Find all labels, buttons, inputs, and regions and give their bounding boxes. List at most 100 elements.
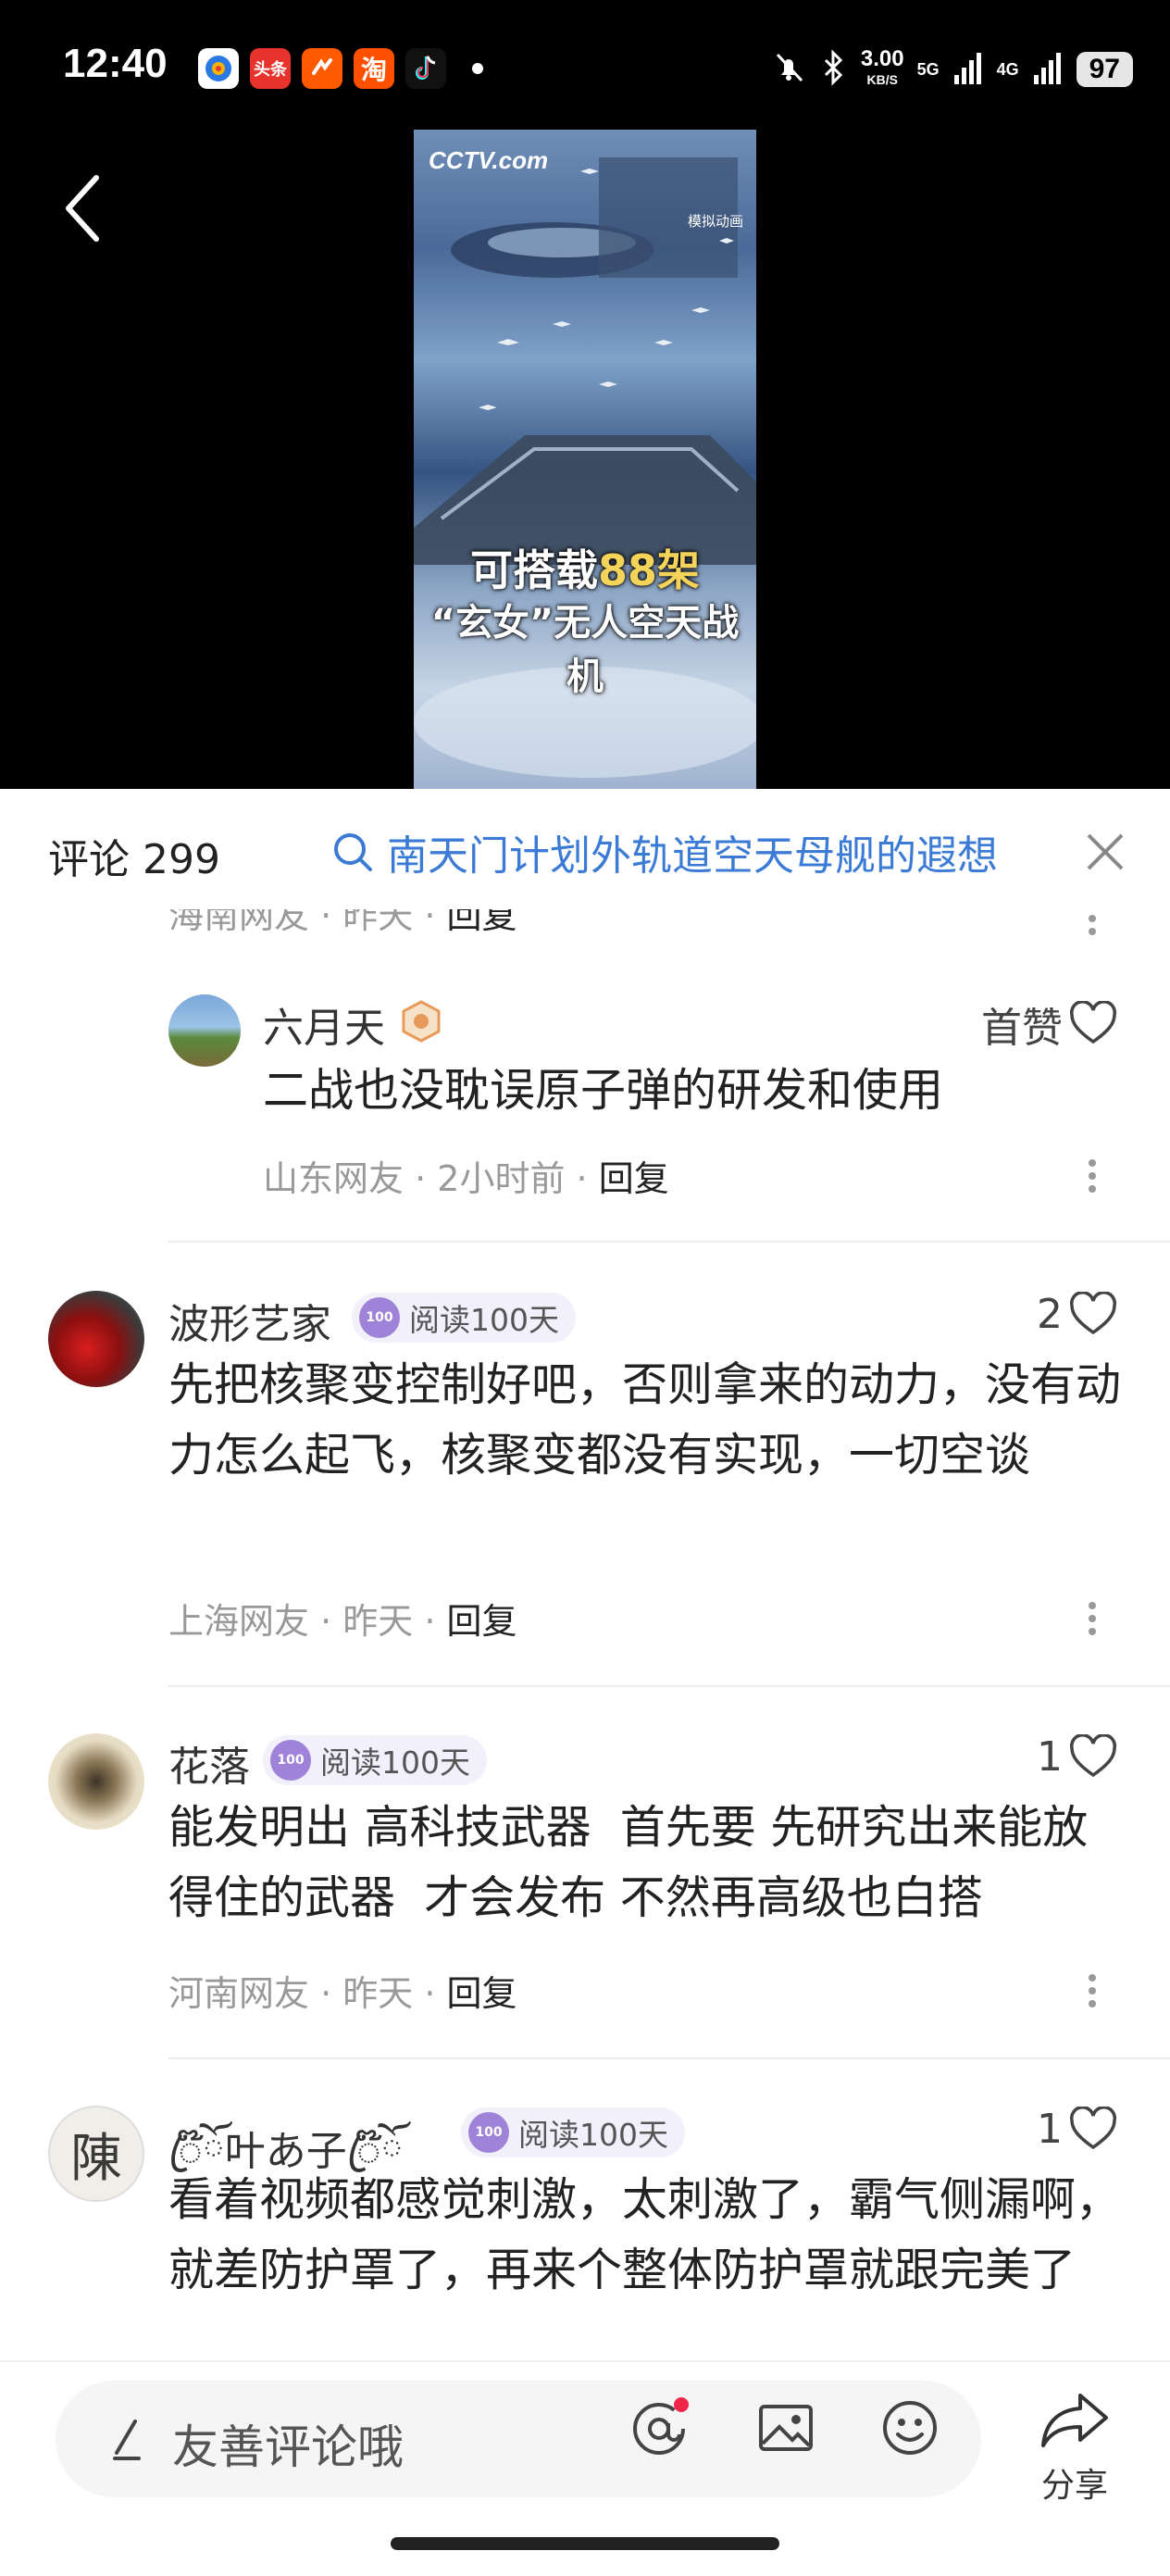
mute-icon [770,49,807,90]
reading-badge: 100 阅读100天 [461,2107,685,2157]
image-icon [759,2405,813,2451]
comment-meta: 上海网友 · 昨天 · 回复 [168,1601,517,1642]
comment-location: 上海网友 [168,1601,310,1642]
like-button[interactable]: 1 [1037,2106,1118,2153]
related-search-text: 南天门计划外轨道空天母舰的遐想 [387,832,998,880]
heart-icon [1069,2106,1117,2149]
more-notifications-dot [472,63,483,74]
comment-input-placeholder: 友善评论哦 [172,2420,404,2474]
at-sign-icon [633,2397,689,2455]
close-comments-button[interactable] [1083,830,1127,874]
more-options-icon[interactable] [1074,1148,1111,1204]
comments-count: 评论 299 [48,836,220,883]
avatar[interactable]: 陳 [48,2106,144,2202]
reading-badge-icon: 100 [359,1297,400,1338]
pen-icon [113,2420,141,2460]
search-icon [334,833,372,871]
image-button[interactable] [755,2397,816,2458]
reply-button[interactable]: 回复 [599,1158,669,1199]
share-label: 分享 [1040,2467,1108,2505]
partial-reply-meta: 海南网友 · 昨天 · 回复 [168,909,517,938]
avatar[interactable] [48,1733,144,1830]
status-time: 12:40 [63,41,168,86]
like-count: 1 [1037,1733,1063,1781]
net-speed-value: 3.00 [860,46,904,71]
username[interactable]: 波形艺家 [168,1291,331,1350]
avatar[interactable] [48,1291,144,1387]
divider [168,2057,1170,2059]
reading-badge-icon: 100 [468,2112,509,2153]
reading-badge: 100 阅读100天 [352,1293,576,1343]
video-corner-label: 模拟动画 [687,213,743,230]
home-indicator[interactable] [391,2537,779,2550]
divider [168,1241,1170,1243]
reading-badge-label: 阅读100天 [320,1744,470,1781]
video-caption-line2: “玄女”无人空天战机 [430,602,740,698]
comment-input[interactable]: 友善评论哦 [56,2381,981,2497]
reading-badge-label: 阅读100天 [409,1302,559,1338]
comment-meta: 山东网友 · 2小时前 · 回复 [263,1158,669,1199]
more-options-icon[interactable] [1074,1591,1111,1646]
signal-4g: 4G [997,60,1019,80]
signal-bars-icon-2 [1032,49,1064,90]
comment-location: 山东网友 [263,1158,405,1199]
video-area: 12:40 头条 淘 3.00 KB/S 5G 4G 97 CCTV.com 模… [0,0,1170,789]
reply-button[interactable]: 回复 [447,1601,517,1642]
video-player[interactable]: CCTV.com 模拟动画 可搭载88架 “玄女”无人空天战机 [414,130,756,789]
username[interactable]: 六月天 [263,994,385,1054]
signal-5g: 5G [917,60,940,80]
reading-badge: 100 阅读100天 [263,1735,487,1785]
signal-bars-icon [952,49,984,90]
reply-button[interactable]: 回复 [447,909,517,936]
heart-icon [1069,1291,1117,1334]
like-count: 首赞 [981,1005,1063,1052]
comment-location: 河南网友 [168,1973,310,2014]
reading-badge-label: 阅读100天 [518,2117,668,2153]
net-speed-unit: KB/S [866,72,898,87]
related-search-link[interactable]: 南天门计划外轨道空天母舰的遐想 [331,822,998,882]
avatar-character: 陳 [70,2128,122,2189]
like-count: 2 [1037,1291,1063,1338]
mention-button[interactable] [629,2397,691,2458]
username[interactable]: 花落 [168,1733,250,1793]
more-options-icon[interactable] [1074,909,1111,946]
network-5g-label: 5G [916,59,940,79]
emoji-button[interactable] [879,2397,940,2458]
close-icon [1087,833,1124,870]
divider [168,1685,1170,1687]
level-badge-icon [402,1000,441,1043]
comment-time: 昨天 [342,909,414,936]
battery-indicator: 97 [1076,52,1133,87]
comment-time: 2小时前 [437,1158,566,1199]
comments-header: 评论 299 南天门计划外轨道空天母舰的遐想 [0,789,1170,909]
taobao-tejia-icon [302,48,342,89]
heart-icon [1069,1001,1117,1044]
caption-number: 88架 [597,545,700,595]
comment-time: 昨天 [342,1601,414,1642]
avatar[interactable] [168,994,241,1067]
like-button[interactable]: 2 [1037,1291,1118,1338]
status-bar: 12:40 头条 淘 3.00 KB/S 5G 4G 97 [0,0,1170,139]
comment-text: 先把核聚变控制好吧，否则拿来的动力，没有动力怎么起飞，核聚变都没有实现，一切空谈 [168,1358,1122,1482]
video-caption-line1: 可搭载88架 [414,537,756,598]
more-options-icon[interactable] [1074,1963,1111,2019]
share-icon [1041,2394,1108,2447]
like-count: 1 [1037,2106,1063,2153]
share-button[interactable]: 分享 [1033,2388,1116,2507]
bluetooth-icon [820,49,848,90]
taobao-icon: 淘 [354,48,394,89]
reading-badge-icon: 100 [270,1740,311,1781]
comment-text: 二战也没耽误原子弹的研发和使用 [263,1064,944,1117]
reply-button[interactable]: 回复 [447,1973,517,2014]
comment-text: 看着视频都感觉刺激，太刺激了，霸气侧漏啊，就差防护罩了，再来个整体防护罩就跟完美… [168,2173,1122,2296]
comment-text: 能发明出 高科技武器 首先要 先研究出来能放得住的武器 才会发布 不然再高级也白… [168,1801,1089,1924]
status-icons: 3.00 KB/S 5G 4G 97 [770,37,1133,102]
back-button[interactable] [56,167,111,250]
like-button[interactable]: 首赞 [981,994,1118,1054]
like-button[interactable]: 1 [1037,1733,1118,1781]
caption-prefix: 可搭载 [469,545,598,595]
comment-list[interactable]: 海南网友 · 昨天 · 回复 六月天 首赞 二战也没耽误原子弹的研发和使用 山东… [0,909,1170,2360]
emoji-icon [883,2401,937,2455]
chevron-left-icon [66,175,99,242]
cctv-logo: CCTV.com [429,146,549,174]
